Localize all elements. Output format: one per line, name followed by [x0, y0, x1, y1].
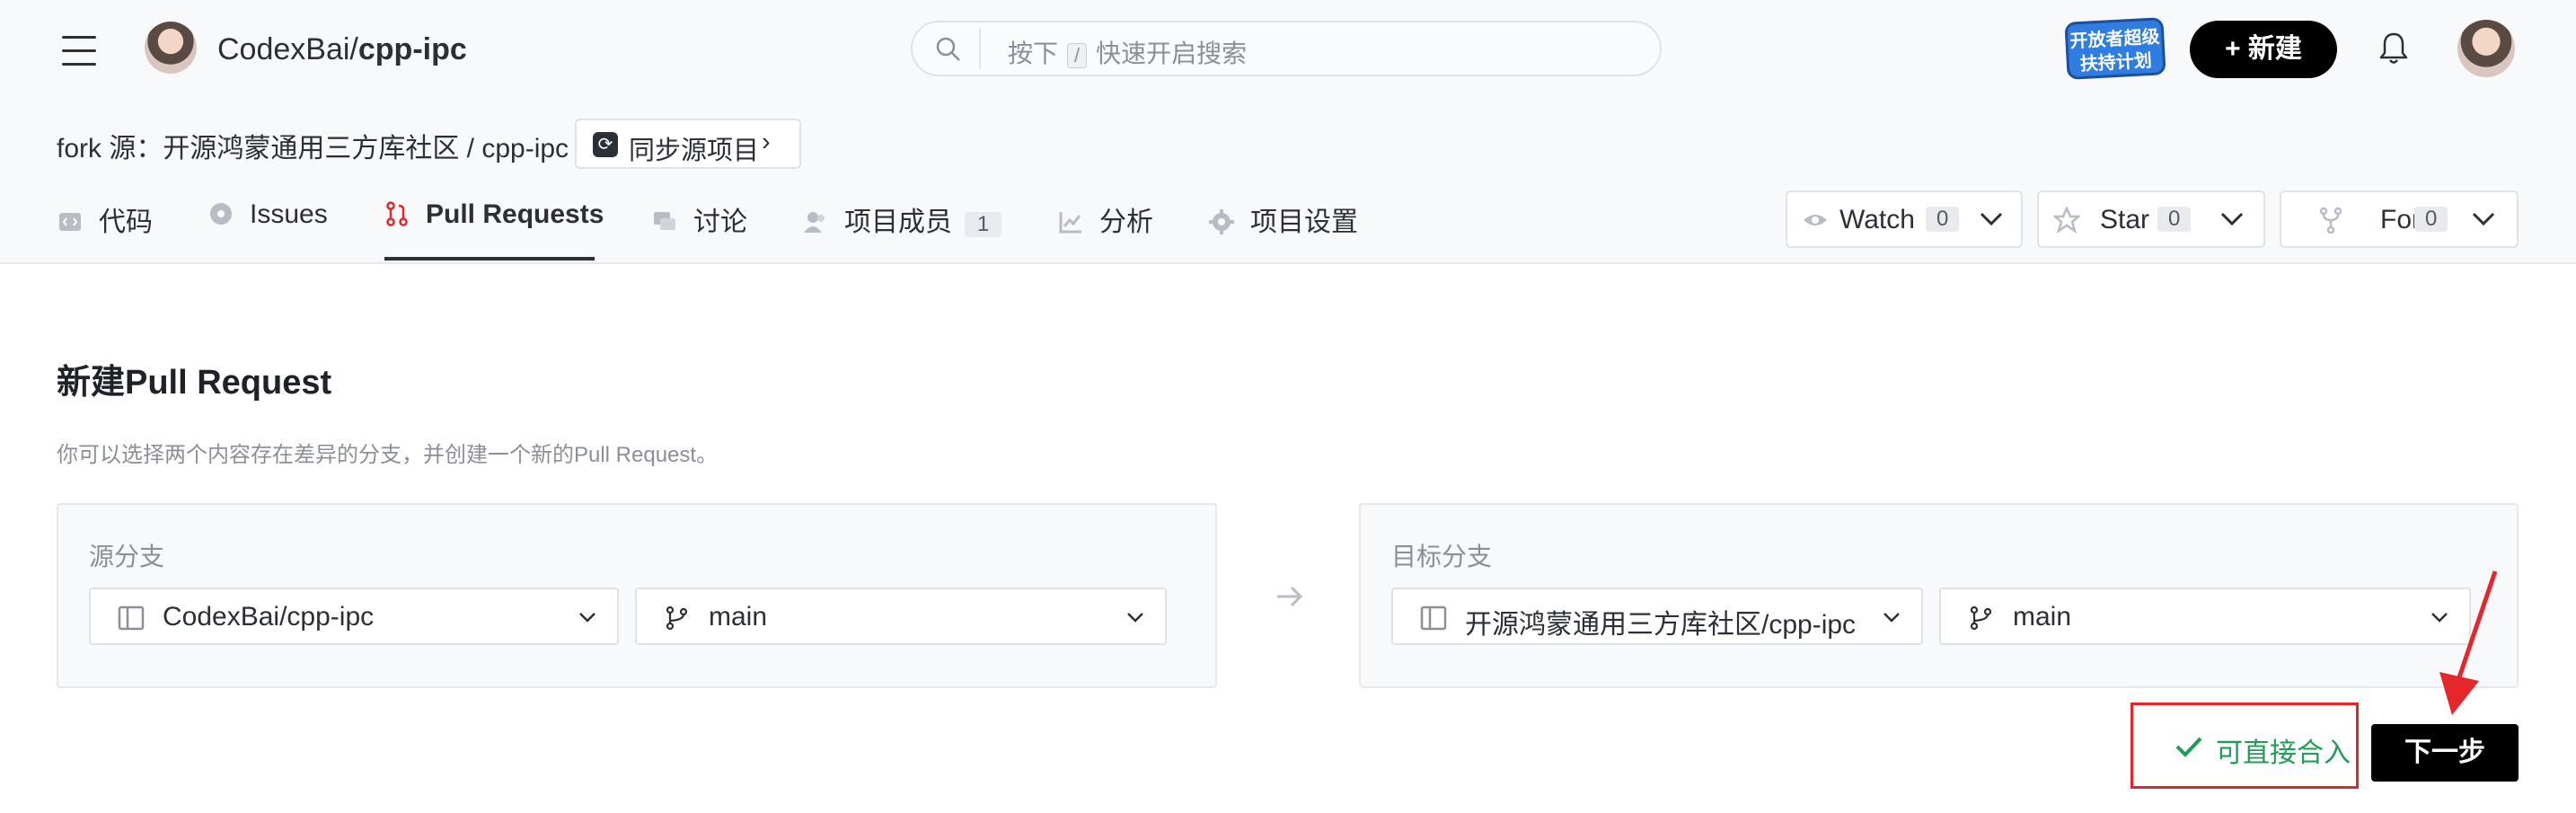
star-icon: [2053, 207, 2080, 234]
source-branch-label: 源分支: [89, 543, 165, 570]
search-input[interactable]: 按下 / 快速开启搜索: [911, 21, 1662, 76]
code-icon: [59, 213, 81, 231]
check-icon: [2175, 737, 2202, 757]
arrow-right-icon: [1277, 586, 1303, 607]
source-branch-select[interactable]: main: [635, 588, 1167, 645]
source-branch-value: main: [709, 602, 768, 632]
eye-icon: [1804, 215, 1827, 225]
pull-request-icon: [386, 201, 408, 226]
fork-count: 0: [2414, 207, 2448, 232]
chart-icon: [1059, 212, 1081, 234]
source-branch-panel: 源分支 CodexBai/cpp-ipc main: [57, 503, 1217, 688]
sync-source-label: 同步源项目: [629, 137, 760, 165]
new-button[interactable]: + 新建: [2190, 21, 2337, 78]
source-repo-value: CodexBai/cpp-ipc: [163, 602, 375, 632]
chevron-down-icon[interactable]: [1978, 201, 2005, 237]
repo-owner[interactable]: CodexBai/: [217, 32, 358, 66]
chevron-down-icon: [1883, 613, 1900, 623]
target-branch-value: main: [2013, 602, 2072, 632]
merge-status-indicator: 可直接合入: [2130, 703, 2359, 789]
next-step-button[interactable]: 下一步: [2371, 724, 2519, 782]
repo-icon: [1420, 605, 1447, 631]
fork-button[interactable]: Fork 0: [2280, 190, 2519, 248]
page-description: 你可以选择两个内容存在差异的分支，并创建一个新的Pull Request。: [57, 443, 719, 467]
target-branch-panel: 目标分支 开源鸿蒙通用三方库社区/cpp-ipc main: [1359, 503, 2519, 688]
search-placeholder: 按下 / 快速开启搜索: [1008, 40, 1248, 68]
chevron-down-icon: [1127, 613, 1143, 623]
tab-label: 项目设置: [1250, 208, 1358, 237]
chevron-down-icon[interactable]: [2470, 201, 2497, 237]
sync-source-button[interactable]: ⟳ 同步源项目 ›: [575, 119, 801, 169]
sync-icon: ⟳: [593, 132, 618, 157]
tab-pull-requests[interactable]: Pull Requests: [384, 199, 604, 261]
star-label: Star: [2100, 205, 2150, 234]
chevron-down-icon[interactable]: [2219, 201, 2245, 237]
bell-icon[interactable]: [2378, 31, 2409, 66]
chevron-right-icon: ›: [762, 128, 771, 156]
fork-icon: [2319, 207, 2342, 234]
target-branch-select[interactable]: main: [1939, 588, 2471, 645]
tab-issues[interactable]: Issues: [208, 199, 328, 261]
target-repo-select[interactable]: 开源鸿蒙通用三方库社区/cpp-ipc: [1391, 588, 1923, 645]
gear-icon: [1209, 209, 1234, 234]
tab-discussions[interactable]: 讨论: [652, 199, 747, 261]
tab-label: Pull Requests: [426, 199, 604, 229]
target-repo-value: 开源鸿蒙通用三方库社区/cpp-ipc: [1465, 610, 1857, 640]
active-tab-indicator: [384, 257, 595, 261]
repo-name[interactable]: cpp-ipc: [358, 32, 467, 66]
merge-status-label: 可直接合入: [2216, 738, 2351, 768]
issue-icon: [210, 203, 232, 225]
target-branch-label: 目标分支: [1391, 543, 1493, 570]
chevron-down-icon: [579, 613, 595, 623]
promo-badge[interactable]: 开放者超级 扶持计划: [2064, 17, 2166, 80]
tab-label: 项目成员: [844, 208, 952, 237]
annotation-arrow-icon: [2439, 570, 2498, 715]
tab-label: 讨论: [693, 208, 747, 237]
star-button[interactable]: Star 0: [2037, 190, 2265, 248]
members-icon: [804, 212, 825, 233]
tab-analytics[interactable]: 分析: [1058, 199, 1153, 261]
branch-icon: [1970, 605, 1992, 631]
tab-settings[interactable]: 项目设置: [1209, 199, 1358, 261]
fork-source-text[interactable]: fork 源：开源鸿蒙通用三方库社区 / cpp-ipc: [57, 126, 569, 165]
members-count-badge: 1: [965, 212, 1002, 237]
branch-icon: [666, 605, 688, 631]
repo-title[interactable]: CodexBai/cpp-ipc: [217, 32, 467, 67]
tab-label: Issues: [250, 199, 328, 229]
watch-label: Watch: [1839, 205, 1915, 234]
discussion-icon: [654, 212, 675, 230]
page-title: 新建Pull Request: [57, 364, 332, 402]
tab-label: 代码: [99, 208, 153, 237]
search-shortcut-key: /: [1067, 43, 1088, 68]
watch-count: 0: [1926, 207, 1960, 232]
owner-avatar[interactable]: [145, 22, 197, 74]
tab-members[interactable]: 项目成员 1: [803, 199, 1002, 261]
source-repo-select[interactable]: CodexBai/cpp-ipc: [89, 588, 619, 645]
watch-button[interactable]: Watch 0: [1786, 190, 2023, 248]
user-avatar[interactable]: [2457, 20, 2515, 77]
tab-label: 分析: [1099, 208, 1153, 237]
tab-code[interactable]: 代码: [57, 199, 153, 261]
menu-icon[interactable]: [62, 36, 96, 76]
search-icon: [936, 37, 960, 61]
star-count: 0: [2157, 207, 2192, 232]
repo-icon: [118, 605, 145, 631]
